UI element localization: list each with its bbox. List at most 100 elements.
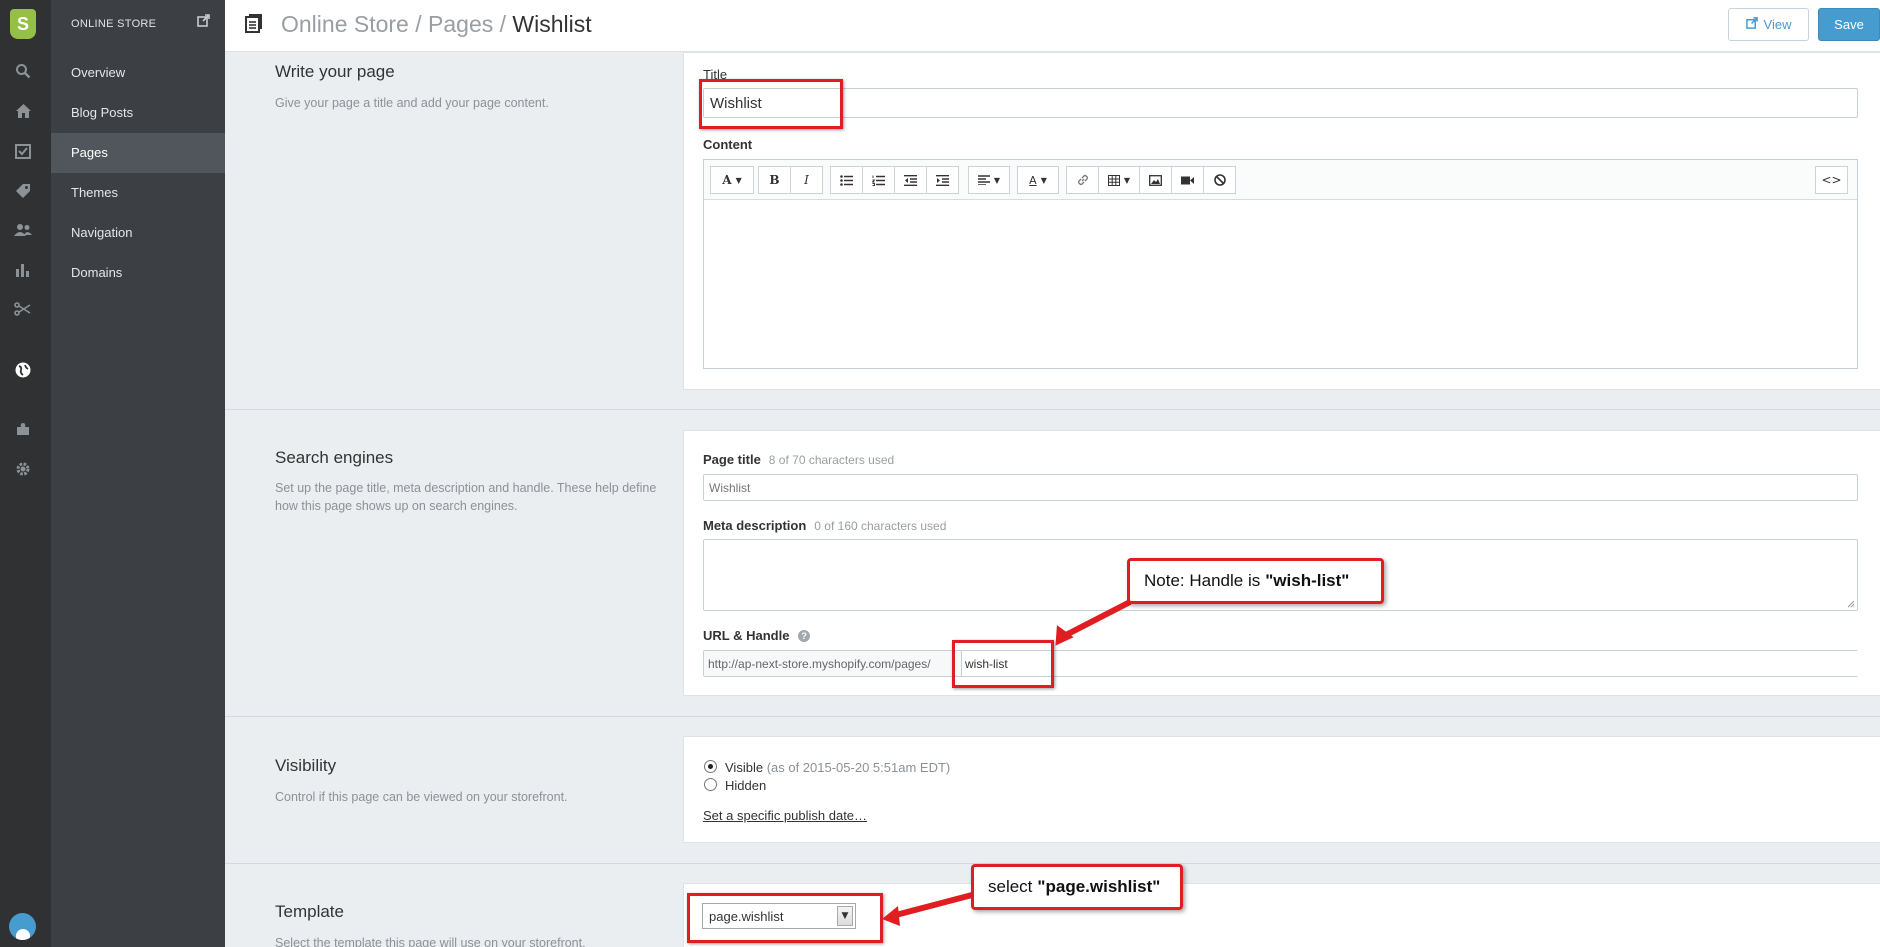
video-icon[interactable] (1171, 166, 1204, 194)
url-handle-label: URL & Handle ? (703, 628, 811, 643)
template-select-value-note: "page.wishlist" (1037, 877, 1161, 896)
editor-toolbar: A ▼ B I ▼ A ▼ ▼ <> (704, 160, 1857, 200)
image-icon[interactable] (1139, 166, 1172, 194)
template-select-prefix: select (988, 877, 1033, 896)
seo-page-title-label-text: Page title (703, 452, 761, 467)
numbered-list-icon[interactable] (862, 166, 895, 194)
seo-page-title-hint: 8 of 70 characters used (768, 453, 895, 467)
font-dropdown-button[interactable]: A ▼ (710, 166, 754, 194)
account-avatar-icon[interactable] (9, 913, 36, 940)
title-input[interactable]: Wishlist (703, 88, 1858, 118)
seo-page-title-input[interactable] (703, 474, 1858, 501)
orders-icon[interactable] (12, 140, 34, 162)
caret-down-icon: ▼ (735, 175, 742, 185)
meta-description-label-text: Meta description (703, 518, 807, 533)
handle-note-callout: Note: Handle is "wish-list" (1127, 558, 1384, 604)
handle-note-value: "wish-list" (1265, 571, 1350, 590)
seo-page-title-label: Page title 8 of 70 characters used (703, 452, 894, 467)
reports-icon[interactable] (12, 259, 34, 281)
align-left-icon (977, 175, 990, 185)
sidebar-item-overview[interactable]: Overview (51, 53, 225, 93)
write-section-desc: Give your page a title and add your page… (275, 96, 549, 110)
visibility-section-desc: Control if this page can be viewed on yo… (275, 790, 568, 804)
visibility-card: Visible (as of 2015-05-20 5:51am EDT) Hi… (683, 736, 1880, 843)
section-divider (225, 716, 1880, 717)
caret-down-icon: ▼ (993, 175, 1001, 185)
visible-radio[interactable] (704, 760, 717, 773)
page-title: Wishlist (512, 11, 592, 37)
sidebar-item-pages[interactable]: Pages (51, 133, 225, 173)
sidebar-item-themes[interactable]: Themes (51, 173, 225, 213)
sidebar-item-blog-posts[interactable]: Blog Posts (51, 93, 225, 133)
sidebar-heading: ONLINE STORE (71, 18, 157, 30)
italic-button[interactable]: I (790, 166, 823, 194)
content-label: Content (703, 137, 753, 152)
save-button[interactable]: Save (1818, 8, 1880, 41)
top-bar: Online Store / Pages / Wishlist View Sav… (225, 0, 1880, 52)
pages-icon (245, 13, 263, 33)
hidden-radio[interactable] (704, 778, 717, 791)
sidebar-item-domains[interactable]: Domains (51, 253, 225, 293)
visible-option: Visible (as of 2015-05-20 5:51am EDT) (725, 760, 950, 775)
hidden-label: Hidden (725, 778, 767, 793)
template-section-title: Template (275, 902, 344, 921)
caret-down-icon: ▼ (1040, 175, 1047, 185)
sidebar-item-navigation[interactable]: Navigation (51, 213, 225, 253)
text-color-dropdown-button[interactable]: A ▼ (1017, 166, 1059, 194)
customers-icon[interactable] (12, 219, 34, 241)
link-icon[interactable] (1066, 166, 1099, 194)
title-highlight-box (699, 79, 843, 129)
editor-body[interactable] (704, 201, 1857, 368)
breadcrumb: Online Store / Pages / Wishlist (281, 11, 592, 38)
breadcrumb-separator: / (499, 11, 507, 37)
help-icon[interactable]: ? (798, 630, 811, 642)
settings-icon[interactable] (12, 458, 34, 480)
discounts-icon[interactable] (12, 298, 34, 320)
seo-section-desc: Set up the page title, meta description … (275, 481, 657, 513)
font-icon: A (722, 173, 732, 187)
text-color-icon: A (1029, 173, 1037, 187)
url-handle-label-text: URL & Handle (703, 628, 790, 643)
table-icon (1107, 174, 1120, 186)
online-store-sidebar: ONLINE STORE Overview Blog Posts Pages T… (51, 0, 225, 947)
breadcrumb-pages[interactable]: Pages (428, 11, 493, 37)
handle-input[interactable]: wish-list (961, 651, 1859, 676)
rich-text-editor: A ▼ B I ▼ A ▼ ▼ <> (703, 159, 1858, 369)
meta-description-label: Meta description 0 of 160 characters used (703, 518, 946, 533)
bold-button[interactable]: B (758, 166, 791, 194)
template-highlight-box (687, 893, 883, 943)
apps-icon[interactable] (12, 418, 34, 440)
breadcrumb-online-store[interactable]: Online Store (281, 11, 409, 37)
template-select-callout: select "page.wishlist" (971, 864, 1183, 910)
handle-note-prefix: Note: Handle is (1144, 571, 1261, 590)
home-icon[interactable] (12, 100, 34, 122)
view-button-label: View (1763, 17, 1792, 32)
url-handle-field: http://ap-next-store.myshopify.com/pages… (703, 650, 1859, 677)
caret-down-icon: ▼ (1123, 175, 1131, 185)
view-button[interactable]: View (1728, 8, 1809, 41)
resize-handle-icon[interactable] (1847, 600, 1855, 608)
external-link-icon[interactable] (197, 14, 210, 31)
outdent-icon[interactable] (894, 166, 927, 194)
seo-section-title: Search engines (275, 448, 394, 467)
publish-date-link[interactable]: Set a specific publish date… (703, 808, 867, 823)
breadcrumb-separator: / (415, 11, 422, 37)
clear-formatting-icon[interactable] (1203, 166, 1236, 194)
write-card: Title Wishlist Content A ▼ B I ▼ A ▼ ▼ <… (683, 52, 1880, 390)
indent-icon[interactable] (926, 166, 959, 194)
template-section-desc: Select the template this page will use o… (275, 936, 586, 947)
products-icon[interactable] (12, 180, 34, 202)
align-dropdown-button[interactable]: ▼ (968, 166, 1010, 194)
write-section-title: Write your page (275, 62, 395, 81)
visible-note: (as of 2015-05-20 5:51am EDT) (766, 760, 951, 775)
table-dropdown-button[interactable]: ▼ (1098, 166, 1140, 194)
online-store-icon[interactable] (12, 359, 34, 381)
shopify-logo-icon[interactable]: S (10, 9, 36, 39)
visibility-section-title: Visibility (275, 756, 337, 775)
search-icon[interactable] (12, 60, 34, 82)
handle-highlight-box (952, 640, 1054, 688)
visible-label: Visible (725, 760, 764, 775)
meta-description-hint: 0 of 160 characters used (814, 519, 947, 533)
bullet-list-icon[interactable] (830, 166, 863, 194)
html-source-button[interactable]: <> (1815, 166, 1848, 194)
